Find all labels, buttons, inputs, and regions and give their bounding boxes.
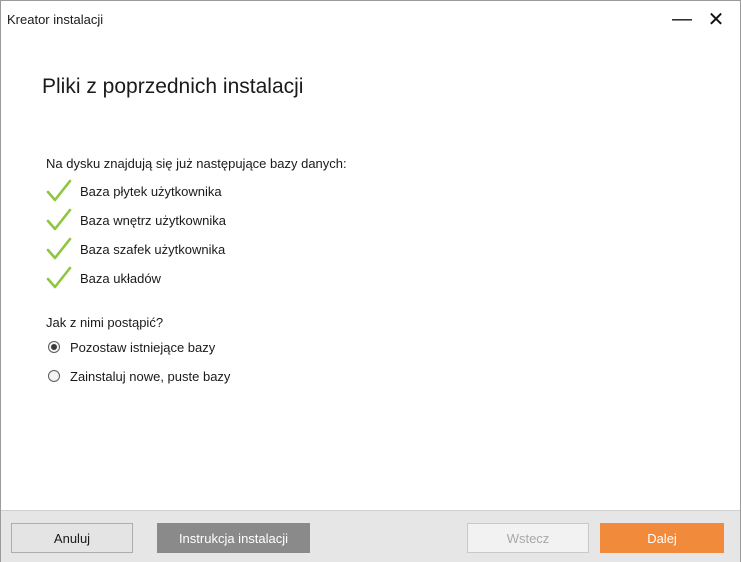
database-label: Baza układów	[80, 271, 161, 286]
check-icon	[46, 266, 72, 289]
database-label: Baza szafek użytkownika	[80, 242, 226, 257]
database-label: Baza płytek użytkownika	[80, 184, 222, 199]
database-label: Baza wnętrz użytkownika	[80, 213, 226, 228]
check-icon	[46, 179, 72, 202]
close-button[interactable]: ✕	[701, 5, 731, 33]
installer-window: Kreator instalacji — ✕ Pliki z poprzedni…	[0, 0, 741, 562]
window-title: Kreator instalacji	[7, 12, 104, 27]
minimize-button[interactable]: —	[667, 5, 697, 33]
cancel-button[interactable]: Anuluj	[11, 523, 133, 553]
check-icon	[46, 208, 72, 231]
installation-manual-button[interactable]: Instrukcja instalacji	[157, 523, 310, 553]
option-label[interactable]: Zainstaluj nowe, puste bazy	[70, 369, 230, 384]
radio-button[interactable]	[48, 370, 60, 382]
check-icon	[46, 237, 72, 260]
question-text: Jak z nimi postąpić?	[46, 315, 164, 330]
back-button[interactable]: Wstecz	[467, 523, 589, 553]
button-bar: Anuluj Instrukcja instalacji Wstecz Dale…	[1, 510, 740, 562]
next-button[interactable]: Dalej	[600, 523, 724, 553]
title-bar: Kreator instalacji — ✕	[1, 1, 740, 37]
intro-text: Na dysku znajdują się już następujące ba…	[46, 156, 347, 171]
option-label[interactable]: Pozostaw istniejące bazy	[70, 340, 215, 355]
page-title: Pliki z poprzednich instalacji	[42, 75, 304, 98]
radio-button-selected[interactable]	[48, 341, 60, 353]
